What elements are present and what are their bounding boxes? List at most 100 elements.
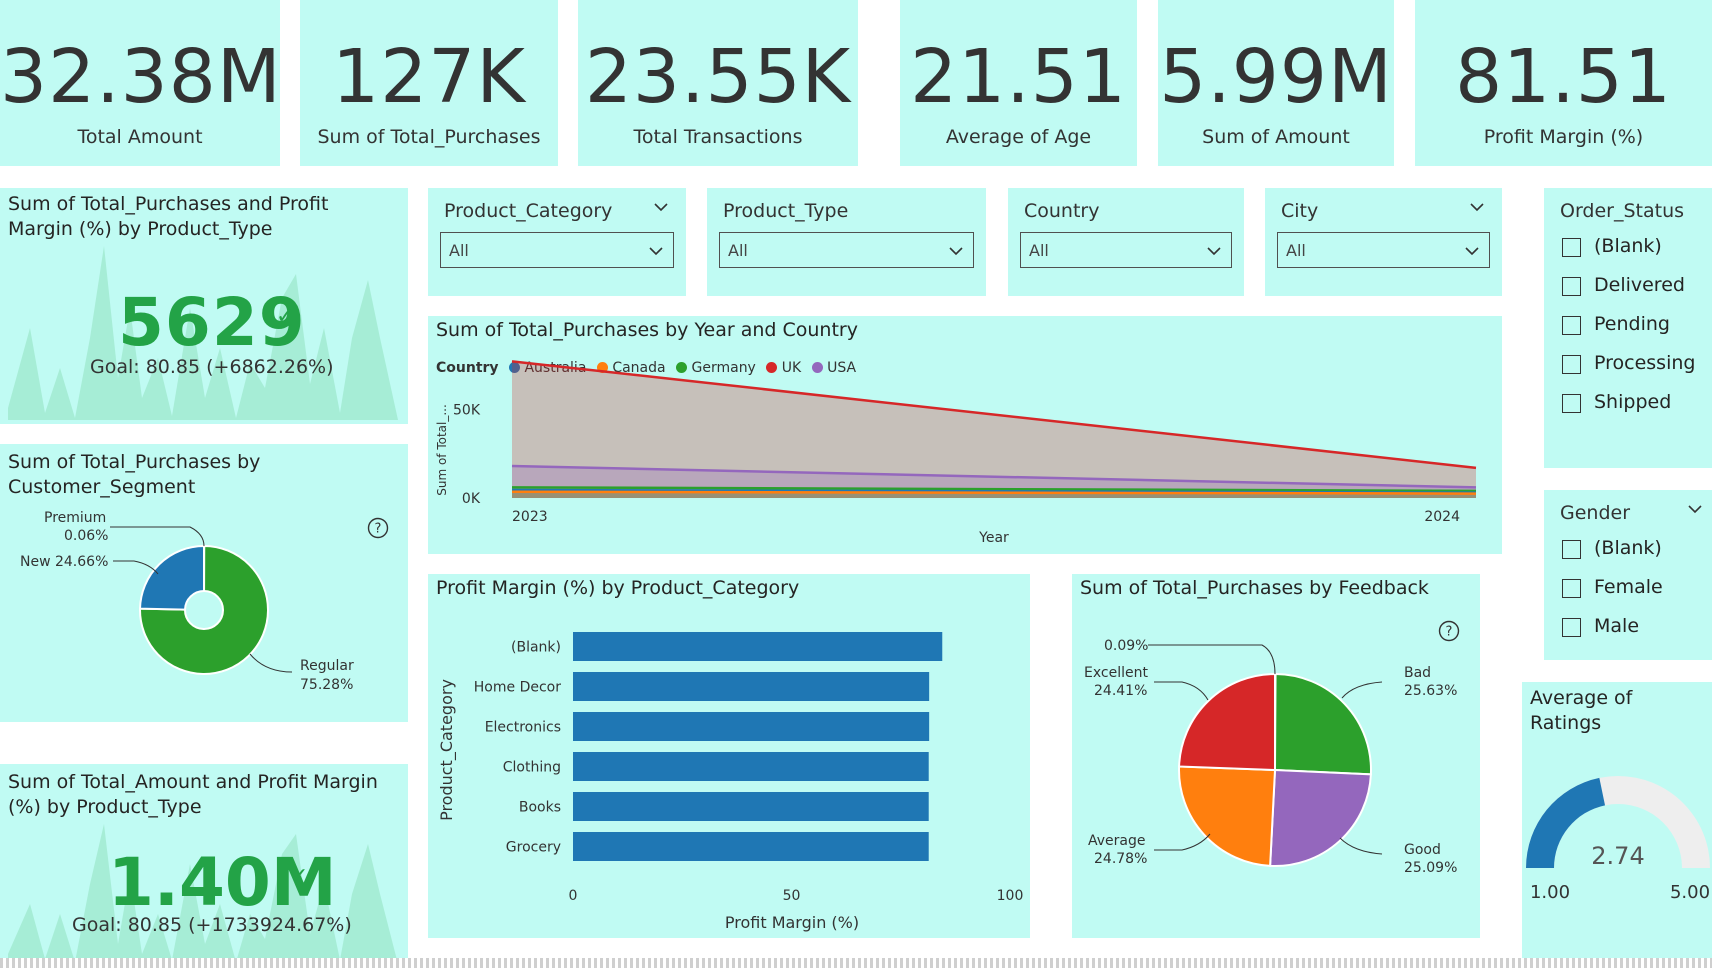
kpi-label: Average of Age	[945, 126, 1092, 148]
bar-home-decor[interactable]	[573, 672, 930, 701]
chevron-down-icon[interactable]	[1468, 198, 1486, 216]
pie-slice-good[interactable]	[1269, 768, 1372, 867]
y-tick-label: 0K	[462, 491, 481, 507]
leader-line-regular	[249, 653, 293, 673]
x-tick-label: 100	[997, 888, 1024, 904]
checkbox-box[interactable]	[1562, 579, 1581, 598]
area-chart: 0K 50K 2023 2024 Year Sum of Total_...	[435, 360, 1477, 546]
kpi-value: 5.99M	[1159, 34, 1393, 120]
checkbox-box[interactable]	[1562, 540, 1581, 559]
kpi-value: 23.55K	[584, 34, 852, 120]
slicer-product-category[interactable]: Product_Category All	[428, 188, 686, 296]
panel-ratings-gauge[interactable]: Average of Ratings 2.74 1.00 5.00	[1522, 682, 1712, 968]
panel-margin-category[interactable]: Profit Margin (%) by Product_Category 05…	[428, 574, 1030, 938]
label-average-value: 24.78%	[1094, 851, 1147, 867]
chevron-down-icon	[649, 247, 663, 256]
slicer-city[interactable]: City All	[1265, 188, 1502, 296]
pie-slice-average[interactable]	[1178, 765, 1277, 867]
slicer-product-type[interactable]: Product_Type All	[707, 188, 986, 296]
page-bottom-strip	[0, 958, 1712, 968]
leader-line-premium	[110, 526, 205, 547]
slicer-country[interactable]: Country All	[1008, 188, 1244, 296]
chevron-down-icon[interactable]	[652, 198, 670, 216]
category-label: Electronics	[485, 720, 561, 736]
panel-feedback[interactable]: Sum of Total_Purchases by Feedback ? 0.0…	[1072, 574, 1480, 938]
bar-chart: 0 50 100 (Blank) Home Decor Electronics Cloth…	[437, 632, 1024, 932]
checkbox-box[interactable]	[1562, 394, 1581, 413]
x-tick-label: 50	[783, 888, 801, 904]
checkbox-label: (Blank)	[1594, 235, 1662, 257]
pie-slice-new[interactable]	[138, 544, 205, 611]
label-good: Good	[1404, 842, 1441, 858]
label-good-value: 25.09%	[1404, 860, 1457, 876]
gauge-min: 1.00	[1530, 882, 1570, 903]
leader-line-excellent	[1154, 681, 1209, 701]
checkbox-label: Processing	[1594, 352, 1696, 374]
checkbox-box[interactable]	[1562, 618, 1581, 637]
category-label: Home Decor	[474, 680, 561, 696]
x-tick-label: 0	[569, 888, 578, 904]
checkbox-label: Delivered	[1594, 274, 1685, 296]
slicer-title: Gender	[1560, 502, 1631, 524]
x-tick-2024: 2024	[1424, 509, 1460, 525]
bar-books[interactable]	[573, 792, 929, 821]
dropdown-value: All	[1029, 241, 1049, 260]
chevron-down-icon	[1207, 247, 1221, 256]
dropdown-city[interactable]: All	[1277, 232, 1490, 268]
category-label: Clothing	[503, 760, 561, 776]
category-label: Books	[519, 800, 561, 816]
checkbox-label: Shipped	[1594, 391, 1672, 413]
y-tick-label: 50K	[453, 402, 481, 418]
bar-grocery[interactable]	[573, 832, 929, 861]
panel-customer-segment[interactable]: Sum of Total_Purchases by Customer_Segme…	[0, 444, 408, 722]
checkbox-box[interactable]	[1562, 238, 1581, 257]
kpi-label: Total Transactions	[633, 126, 803, 148]
kpi-card-purchases-margin[interactable]: Sum of Total_Purchases and Profit Margin…	[0, 188, 408, 424]
y-axis-label: Product_Category	[437, 679, 457, 821]
gauge-value: 2.74	[1591, 842, 1644, 870]
kpi-total-amount: 32.38M Total Amount	[0, 0, 280, 166]
label-premium: Premium	[44, 510, 106, 526]
check-icon: ✓	[276, 304, 295, 329]
dropdown-product-type[interactable]: All	[719, 232, 974, 268]
slicer-gender[interactable]: Gender (Blank) Female Male	[1544, 490, 1712, 660]
dropdown-value: All	[728, 241, 748, 260]
check-icon: ✓	[290, 864, 309, 889]
chevron-down-icon	[1465, 247, 1479, 256]
checkbox-box[interactable]	[1562, 316, 1581, 335]
dropdown-country[interactable]: All	[1020, 232, 1232, 268]
x-axis-label: Year	[978, 530, 1009, 546]
checkbox-box[interactable]	[1562, 355, 1581, 374]
bar-clothing[interactable]	[573, 752, 929, 781]
bar--blank-[interactable]	[573, 632, 943, 661]
label-average: Average	[1088, 833, 1146, 849]
bar-electronics[interactable]	[573, 712, 930, 741]
slicer-title: Product_Category	[444, 200, 613, 222]
dropdown-product-category[interactable]: All	[440, 232, 674, 268]
kpi-total-transactions: 23.55K Total Transactions	[578, 0, 858, 166]
card-goal: Goal: 80.85 (+1733924.67%)	[72, 914, 352, 936]
line-canada	[511, 490, 1477, 495]
label-new: New 24.66%	[20, 554, 108, 570]
pie-slice-excellent[interactable]	[1178, 672, 1276, 772]
checkbox-box[interactable]	[1562, 277, 1581, 296]
leader-line-average	[1154, 833, 1211, 851]
kpi-value: 127K	[332, 34, 526, 120]
slicer-title: Product_Type	[723, 200, 849, 222]
label-small: 0.09%	[1104, 638, 1148, 654]
label-bad: Bad	[1404, 665, 1431, 681]
kpi-card-amount-margin[interactable]: Sum of Total_Amount and Profit Margin (%…	[0, 764, 408, 964]
chevron-down-icon	[949, 247, 963, 256]
label-regular-value: 75.28%	[300, 677, 353, 693]
kpi-value: 81.51	[1455, 34, 1672, 120]
x-axis-label: Profit Margin (%)	[725, 913, 859, 932]
leader-line-small	[1148, 644, 1276, 675]
kpi-label: Profit Margin (%)	[1483, 126, 1644, 148]
chevron-down-icon[interactable]	[1686, 500, 1704, 518]
panel-year-country[interactable]: Sum of Total_Purchases by Year and Count…	[428, 316, 1502, 554]
slicer-order-status[interactable]: Order_Status (Blank) Delivered Pending P…	[1544, 188, 1712, 468]
checkbox-label: Female	[1594, 576, 1663, 598]
gauge-chart: 2.74 1.00 5.00	[1526, 776, 1710, 903]
pie-slice-bad[interactable]	[1273, 672, 1372, 776]
label-bad-value: 25.63%	[1404, 683, 1457, 699]
